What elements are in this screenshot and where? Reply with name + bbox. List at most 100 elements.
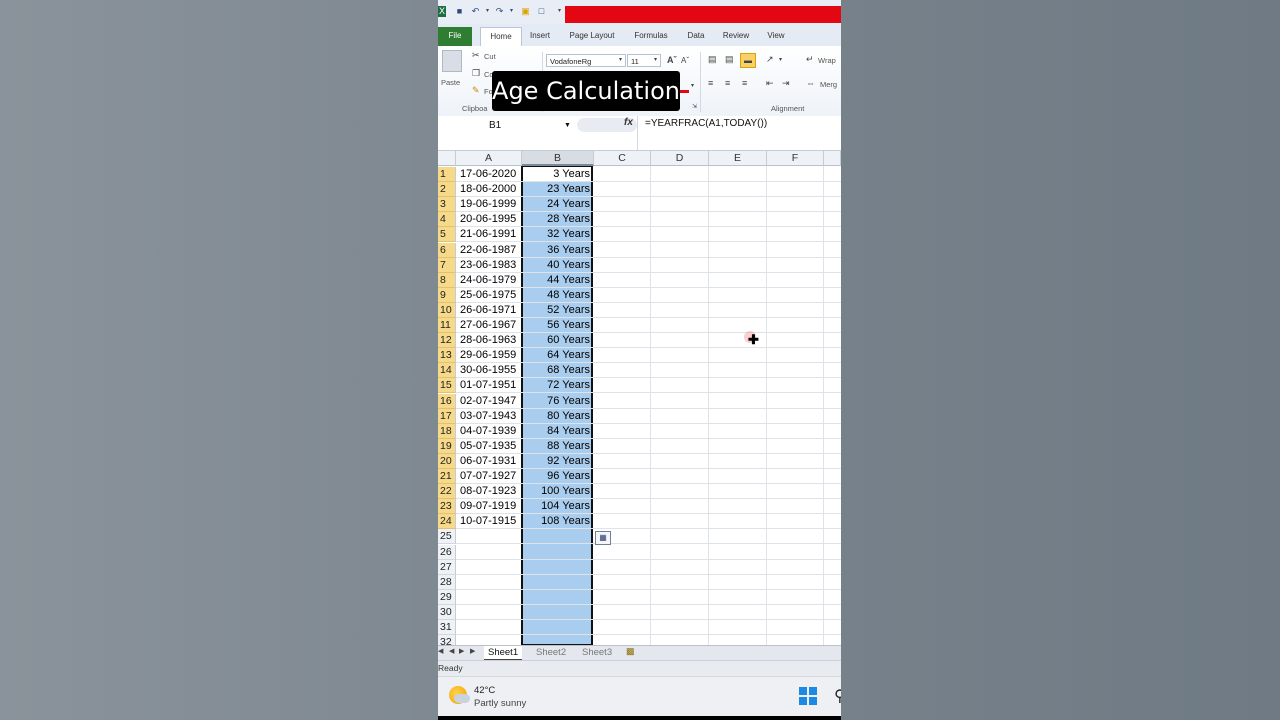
cell-b[interactable]: 44 Years <box>522 273 592 288</box>
prev-sheet-icon[interactable]: ◀ <box>449 647 454 655</box>
insert-sheet-icon[interactable]: ▩ <box>626 646 635 657</box>
tab-data[interactable]: Data <box>684 27 708 46</box>
cell-a[interactable]: 17-06-2020 <box>457 167 521 182</box>
row-header[interactable]: 5 <box>438 227 456 242</box>
cell-a[interactable]: 06-07-1931 <box>457 454 521 469</box>
cell-b[interactable]: 104 Years <box>522 499 592 514</box>
cell-b[interactable]: 96 Years <box>522 469 592 484</box>
row-header[interactable]: 16 <box>438 394 456 409</box>
row-header[interactable]: 25 <box>438 529 456 544</box>
cell-a[interactable] <box>457 620 521 635</box>
tab-view[interactable]: View <box>764 27 788 46</box>
row-header[interactable]: 13 <box>438 348 456 363</box>
cell-a[interactable]: 30-06-1955 <box>457 363 521 378</box>
tab-review[interactable]: Review <box>721 27 751 46</box>
decrease-indent-icon[interactable]: ⇤ <box>766 78 774 89</box>
row-header[interactable]: 14 <box>438 363 456 378</box>
font-dialog-launcher-icon[interactable]: ⇲ <box>692 103 697 110</box>
cell-b[interactable] <box>522 620 592 635</box>
column-header-f[interactable]: F <box>767 151 824 166</box>
column-header-a[interactable]: A <box>456 151 522 166</box>
cell-a[interactable]: 10-07-1915 <box>457 514 521 529</box>
paste-icon[interactable] <box>442 50 462 72</box>
cell-a[interactable]: 29-06-1959 <box>457 348 521 363</box>
redo-dropdown-icon[interactable]: ▾ <box>506 6 517 17</box>
cell-a[interactable]: 19-06-1999 <box>457 197 521 212</box>
name-box-dropdown-icon[interactable]: ▼ <box>564 118 571 133</box>
increase-indent-icon[interactable]: ⇥ <box>782 78 790 89</box>
cell-a[interactable] <box>457 560 521 575</box>
cell-a[interactable] <box>457 575 521 590</box>
align-middle-icon[interactable]: ▤ <box>725 54 734 65</box>
cell-b[interactable]: 28 Years <box>522 212 592 227</box>
new-document-icon[interactable]: □ <box>536 6 547 17</box>
font-size-dropdown-icon[interactable]: ▾ <box>654 56 657 63</box>
cell-a[interactable]: 23-06-1983 <box>457 258 521 273</box>
cell-a[interactable]: 02-07-1947 <box>457 394 521 409</box>
select-all-corner[interactable] <box>438 151 456 166</box>
cell-a[interactable] <box>457 529 521 544</box>
worksheet-grid[interactable]: A B C D E F 1 2 3 4 5 6 7 8 9 10 11 12 13 14 15 16 17 18 1… <box>438 151 841 646</box>
cell-a[interactable]: 21-06-1991 <box>457 227 521 242</box>
cell-a[interactable] <box>457 545 521 560</box>
row-header[interactable]: 4 <box>438 212 456 227</box>
row-header[interactable]: 1 <box>438 167 456 182</box>
cell-a[interactable]: 24-06-1979 <box>457 273 521 288</box>
cell-b[interactable]: 100 Years <box>522 484 592 499</box>
font-name-combo[interactable]: VodafoneRg <box>546 54 626 67</box>
customize-toolbar-icon[interactable]: ▾ <box>554 6 565 17</box>
cell-a[interactable]: 05-07-1935 <box>457 439 521 454</box>
row-header[interactable]: 23 <box>438 499 456 514</box>
column-header-e[interactable]: E <box>709 151 767 166</box>
cell-b[interactable]: 3 Years <box>522 167 592 182</box>
merge-label[interactable]: Merg <box>820 80 837 89</box>
cell-b[interactable]: 60 Years <box>522 333 592 348</box>
orientation-icon[interactable]: ↗ <box>766 54 774 65</box>
row-header[interactable]: 15 <box>438 378 456 393</box>
cell-a[interactable]: 07-07-1927 <box>457 469 521 484</box>
name-box[interactable]: B1 ▼ <box>438 118 573 133</box>
cell-b[interactable]: 36 Years <box>522 243 592 258</box>
row-header[interactable]: 27 <box>438 560 456 575</box>
grow-font-icon[interactable]: Aˇ <box>667 55 677 65</box>
row-header[interactable]: 30 <box>438 605 456 620</box>
align-bottom-icon[interactable]: ▬ <box>740 53 756 68</box>
cell-b[interactable] <box>522 590 592 605</box>
orientation-dropdown-icon[interactable]: ▾ <box>779 56 782 63</box>
row-header[interactable]: 20 <box>438 454 456 469</box>
row-header[interactable]: 7 <box>438 258 456 273</box>
cell-a[interactable]: 22-06-1987 <box>457 243 521 258</box>
cell-b[interactable]: 64 Years <box>522 348 592 363</box>
weather-condition[interactable]: Partly sunny <box>474 698 526 709</box>
cell-a[interactable]: 04-07-1939 <box>457 424 521 439</box>
cell-a[interactable]: 03-07-1943 <box>457 409 521 424</box>
cell-b[interactable]: 23 Years <box>522 182 592 197</box>
cell-b[interactable]: 80 Years <box>522 409 592 424</box>
row-header[interactable]: 10 <box>438 303 456 318</box>
cut-label[interactable]: Cut <box>484 52 496 61</box>
row-header[interactable]: 28 <box>438 575 456 590</box>
save-icon[interactable]: ■ <box>454 6 465 17</box>
cell-a[interactable]: 26-06-1971 <box>457 303 521 318</box>
cell-b[interactable]: 92 Years <box>522 454 592 469</box>
row-header[interactable]: 31 <box>438 620 456 635</box>
cell-b[interactable]: 56 Years <box>522 318 592 333</box>
cell-b[interactable] <box>522 529 592 544</box>
auto-fill-options-icon[interactable]: ▦ <box>595 531 611 545</box>
row-header[interactable]: 26 <box>438 545 456 560</box>
cell-b[interactable] <box>522 560 592 575</box>
cell-b[interactable]: 88 Years <box>522 439 592 454</box>
paste-label[interactable]: Paste <box>441 78 460 87</box>
windows-start-icon[interactable] <box>799 687 817 705</box>
cell-b[interactable]: 72 Years <box>522 378 592 393</box>
sheet-tab-3[interactable]: Sheet3 <box>578 646 616 659</box>
tab-file[interactable]: File <box>438 27 472 46</box>
cell-b[interactable]: 24 Years <box>522 197 592 212</box>
cell-b[interactable]: 76 Years <box>522 394 592 409</box>
insert-function-icon[interactable]: fx <box>624 117 633 128</box>
tab-page-layout[interactable]: Page Layout <box>566 27 618 46</box>
row-header[interactable]: 11 <box>438 318 456 333</box>
font-name-dropdown-icon[interactable]: ▾ <box>619 56 622 63</box>
cell-b[interactable]: 40 Years <box>522 258 592 273</box>
cell-b[interactable]: 52 Years <box>522 303 592 318</box>
